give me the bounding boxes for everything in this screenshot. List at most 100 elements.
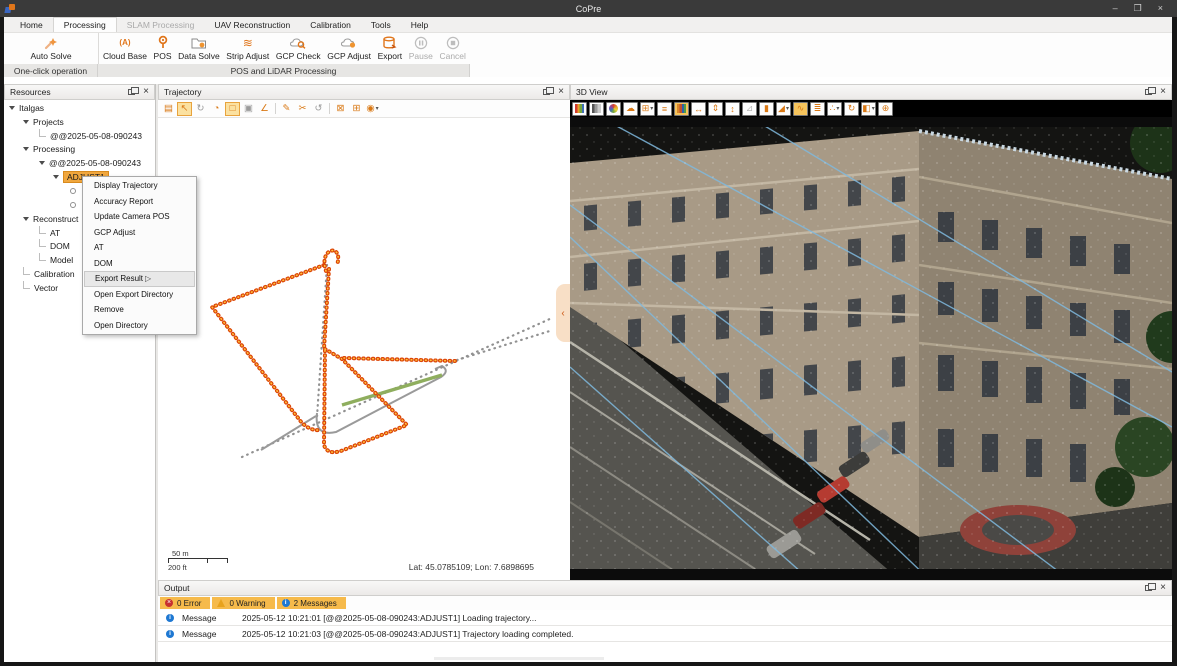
close-button[interactable]: ×	[1158, 0, 1163, 17]
tree-item-projects[interactable]: Projects	[4, 115, 155, 129]
chevron-down-icon: ▾	[786, 105, 789, 112]
redo-icon[interactable]: ↺	[311, 102, 326, 116]
toolbar-separator	[275, 103, 276, 114]
menu-item-accuracy-report[interactable]: Accuracy Report	[84, 194, 195, 210]
cancel-button[interactable]: Cancel	[439, 33, 465, 64]
trajectory-toolbar: ▤ ↖ ↻ ◔ □ ▣ ∠ ✎ ✂ ↺ ⊠ ⊞ ◉▾	[158, 100, 570, 118]
tree-item-processing[interactable]: Processing	[4, 143, 155, 157]
float-panel-icon[interactable]	[128, 89, 135, 95]
eraser-icon[interactable]: ◢▾	[776, 102, 791, 116]
rgb-colorwheel-icon[interactable]	[606, 102, 621, 116]
cube-view-icon[interactable]: ◧▾	[861, 102, 876, 116]
rect-select-icon[interactable]: □	[225, 102, 240, 116]
float-panel-icon[interactable]	[1145, 585, 1152, 591]
close-panel-icon[interactable]: ×	[143, 87, 149, 97]
point-classify-icon[interactable]: ∴▾	[827, 102, 842, 116]
group-label-pos-lidar: POS and LiDAR Processing	[98, 64, 470, 77]
clip-box-icon[interactable]: ⊠	[333, 102, 348, 116]
messages-filter[interactable]: i 2 Messages	[277, 597, 346, 609]
area-measure-icon[interactable]: ⊿	[742, 102, 757, 116]
trajectory-panel: Trajectory × ▤ ↖ ↻ ◔ □ ▣ ∠ ✎ ✂ ↺ ⊠	[158, 84, 570, 580]
locate-target-icon[interactable]: ⊕	[878, 102, 893, 116]
tab-help[interactable]: Help	[401, 17, 438, 32]
expand-arrow-icon[interactable]	[23, 147, 29, 151]
collapse-panel-tab[interactable]: ‹	[556, 284, 570, 342]
tree-node-icon	[70, 188, 76, 194]
menu-item-open-export-directory[interactable]: Open Export Directory	[84, 287, 195, 303]
minimize-button[interactable]: –	[1113, 0, 1118, 17]
tree-item-project-dataset[interactable]: @@2025-05-08-090243	[4, 129, 155, 143]
orbit-icon[interactable]: ↻	[193, 102, 208, 116]
tab-uav-reconstruction[interactable]: UAV Reconstruction	[204, 17, 300, 32]
chevron-down-icon: ▾	[872, 105, 875, 112]
close-panel-icon[interactable]: ×	[558, 87, 564, 97]
close-panel-icon[interactable]: ×	[1160, 87, 1166, 97]
strip-adjust-button[interactable]: ≋ Strip Adjust	[226, 33, 269, 64]
tree-item-processing-dataset[interactable]: @@2025-05-08-090243	[4, 156, 155, 170]
cloud-display-icon[interactable]: ☁	[623, 102, 638, 116]
float-panel-icon[interactable]	[543, 89, 550, 95]
brush-icon[interactable]: ✎	[279, 102, 294, 116]
export-button[interactable]: Export	[378, 33, 403, 64]
menu-item-remove[interactable]: Remove	[84, 302, 195, 318]
expand-arrow-icon[interactable]	[9, 106, 15, 110]
layers-icon[interactable]: ▤	[161, 102, 176, 116]
image-grid-icon[interactable]: ⊞	[349, 102, 364, 116]
histogram-icon[interactable]	[674, 102, 689, 116]
pause-button[interactable]: Pause	[409, 33, 433, 64]
copy-selection-icon[interactable]: ▣	[241, 102, 256, 116]
rotate-view-icon[interactable]: ↻	[844, 102, 859, 116]
maximize-button[interactable]: ❒	[1134, 0, 1142, 17]
horizontal-scrollbar[interactable]	[434, 657, 604, 660]
flatten-layers-icon[interactable]: ≣	[810, 102, 825, 116]
select-cursor-icon[interactable]: ↖	[177, 102, 192, 116]
distance-measure-icon[interactable]: ⇕	[708, 102, 723, 116]
horizontal-measure-icon[interactable]: ↔	[691, 102, 706, 116]
expand-arrow-icon[interactable]	[23, 120, 29, 124]
float-panel-icon[interactable]	[1145, 89, 1152, 95]
measure-angle-icon[interactable]: ∠	[257, 102, 272, 116]
class-filter-icon[interactable]: ⊞▾	[640, 102, 655, 116]
tab-slam-processing[interactable]: SLAM Processing	[117, 17, 205, 32]
ribbon-toolbar: Auto Solve (A) Cloud Base POS	[4, 33, 1172, 64]
tree-item-italgas[interactable]: Italgas	[4, 101, 155, 115]
clock-icon[interactable]: ◔	[209, 102, 224, 116]
pos-button[interactable]: POS	[154, 33, 172, 64]
intensity-bars-icon[interactable]	[589, 102, 604, 116]
menu-item-gcp-adjust[interactable]: GCP Adjust	[84, 225, 195, 241]
filter-sliders-icon[interactable]: ≡	[657, 102, 672, 116]
menu-item-at[interactable]: AT	[84, 240, 195, 256]
output-row[interactable]: i Message 2025-05-12 10:21:03 [@@2025-05…	[158, 626, 1172, 642]
menu-item-dom[interactable]: DOM	[84, 256, 195, 272]
tab-processing[interactable]: Processing	[53, 17, 117, 32]
expand-arrow-icon[interactable]	[39, 161, 45, 165]
polyline-draw-icon[interactable]: ∿	[793, 102, 808, 116]
tab-calibration[interactable]: Calibration	[300, 17, 361, 32]
warning-filter[interactable]: 0 Warning	[212, 597, 274, 609]
chevron-down-icon: ▾	[376, 105, 379, 112]
gcp-check-button[interactable]: GCP Check	[276, 33, 321, 64]
strip-adjust-icon: ≋	[243, 35, 253, 50]
auto-solve-button[interactable]: Auto Solve	[30, 33, 71, 64]
trajectory-canvas[interactable]: 50 m 200 ft Lat: 45.0785109; Lon: 7.6898…	[158, 119, 570, 580]
expand-arrow-icon[interactable]	[23, 217, 29, 221]
elevation-colorbars-icon[interactable]	[572, 102, 587, 116]
volume-box-icon[interactable]: ▮	[759, 102, 774, 116]
tab-tools[interactable]: Tools	[361, 17, 401, 32]
menu-item-open-directory[interactable]: Open Directory	[84, 318, 195, 334]
cloud-base-button[interactable]: (A) Cloud Base	[103, 33, 147, 64]
pointcloud-viewport[interactable]	[570, 117, 1172, 580]
visibility-eye-icon[interactable]: ◉▾	[365, 102, 380, 116]
output-row[interactable]: i Message 2025-05-12 10:21:01 [@@2025-05…	[158, 610, 1172, 626]
data-solve-button[interactable]: Data Solve	[178, 33, 220, 64]
error-filter[interactable]: × 0 Error	[160, 597, 210, 609]
cut-icon[interactable]: ✂	[295, 102, 310, 116]
menu-item-export-result[interactable]: Export Result▷	[84, 271, 195, 287]
close-panel-icon[interactable]: ×	[1160, 583, 1166, 593]
menu-item-display-trajectory[interactable]: Display Trajectory	[84, 178, 195, 194]
gcp-adjust-button[interactable]: GCP Adjust	[327, 33, 371, 64]
tab-home[interactable]: Home	[10, 17, 53, 32]
expand-arrow-icon[interactable]	[53, 175, 59, 179]
menu-item-update-camera-pos[interactable]: Update Camera POS	[84, 209, 195, 225]
height-measure-icon[interactable]: ↕	[725, 102, 740, 116]
